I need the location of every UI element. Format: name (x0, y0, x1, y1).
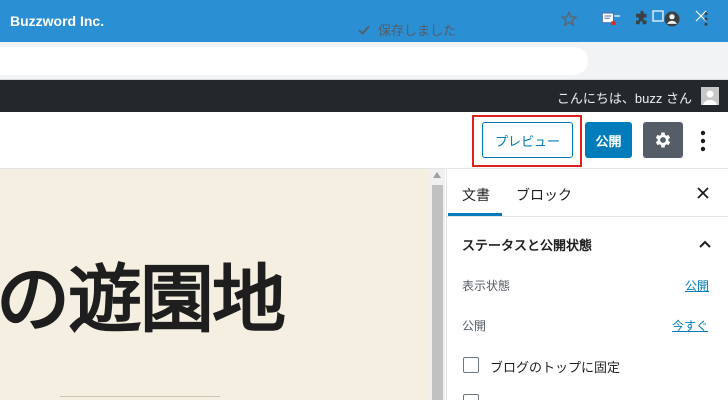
settings-button[interactable] (643, 122, 683, 158)
wp-admin-bar: こんにちは、buzz さん (0, 80, 728, 112)
panel-title-status[interactable]: ステータスと公開状態 (462, 235, 592, 254)
extension-icon[interactable] (600, 10, 618, 28)
scroll-up-icon[interactable] (433, 172, 441, 178)
chevron-up-icon[interactable] (697, 236, 713, 252)
visibility-link[interactable]: 公開 (685, 277, 709, 294)
save-status: 保存しました (356, 20, 456, 39)
checkmark-icon (358, 25, 370, 35)
close-icon[interactable] (694, 184, 712, 202)
publish-button[interactable]: 公開 (585, 122, 632, 158)
tab-document[interactable]: 文書 (462, 185, 490, 205)
save-status-label: 保存しました (378, 23, 457, 38)
publish-time-link[interactable]: 今すぐ (672, 317, 708, 334)
visibility-label: 表示状態 (462, 279, 511, 293)
profile-icon[interactable] (663, 10, 681, 28)
bookmark-star-icon[interactable] (560, 10, 578, 28)
user-greeting[interactable]: こんにちは、buzz さん (557, 88, 692, 107)
sticky-checkbox[interactable] (463, 357, 479, 373)
tab-block[interactable]: ブロック (516, 185, 572, 205)
more-options-icon[interactable] (693, 127, 713, 155)
paragraph-hint (60, 396, 220, 397)
puzzle-icon[interactable] (633, 10, 651, 28)
window-title: Buzzword Inc. (10, 13, 105, 29)
sticky-label[interactable]: ブログのトップに固定 (490, 357, 620, 376)
avatar[interactable] (701, 87, 719, 105)
pending-review-checkbox[interactable] (463, 394, 479, 400)
browser-menu-icon[interactable] (697, 10, 715, 28)
active-tab-indicator (448, 213, 502, 216)
browser-toolbar (0, 42, 728, 80)
publish-time-label: 公開 (462, 319, 487, 333)
preview-button[interactable]: プレビュー (482, 122, 573, 158)
gear-icon (655, 132, 671, 148)
scrollbar-thumb[interactable] (432, 185, 443, 400)
address-bar[interactable] (0, 47, 588, 75)
post-title[interactable]: の遊園地 (0, 240, 286, 347)
